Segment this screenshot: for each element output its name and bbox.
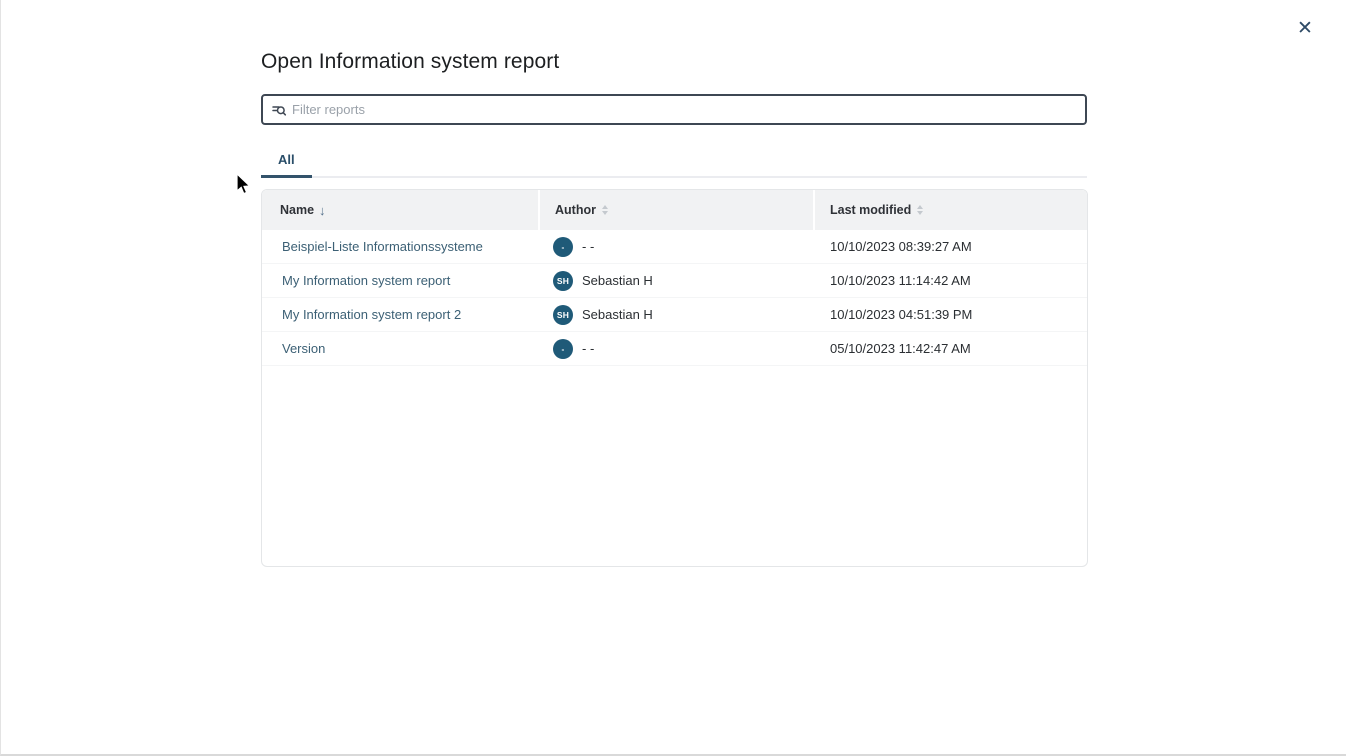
filter-reports-input[interactable] [292, 102, 1077, 117]
author-name: - - [582, 239, 594, 254]
column-header-author[interactable]: Author [540, 190, 813, 230]
sort-toggle-icon [917, 205, 923, 215]
column-header-last-modified[interactable]: Last modified [815, 190, 1087, 230]
close-icon[interactable]: ✕ [1291, 14, 1319, 42]
table-row[interactable]: My Information system report 2 SH Sebast… [262, 298, 1087, 332]
reports-table: Name ↓ Author Last modified Beispiel-Lis… [261, 189, 1088, 567]
report-name-link[interactable]: My Information system report [282, 273, 450, 288]
last-modified-value: 10/10/2023 04:51:39 PM [830, 307, 972, 322]
sort-descending-icon: ↓ [319, 204, 326, 217]
table-row[interactable]: Version - - - 05/10/2023 11:42:47 AM [262, 332, 1087, 366]
report-name-link[interactable]: Beispiel-Liste Informationssysteme [282, 239, 483, 254]
mouse-cursor-icon [235, 173, 253, 202]
column-header-name[interactable]: Name ↓ [262, 190, 538, 230]
modal-open-report: { "dialog": { "title": "Open Information… [0, 0, 1346, 756]
avatar: - [553, 339, 573, 359]
filter-reports-box[interactable] [261, 94, 1087, 125]
tab-all[interactable]: All [261, 146, 312, 176]
last-modified-value: 10/10/2023 08:39:27 AM [830, 239, 972, 254]
author-name: Sebastian H [582, 273, 653, 288]
avatar: SH [553, 305, 573, 325]
author-name: Sebastian H [582, 307, 653, 322]
report-name-link[interactable]: Version [282, 341, 325, 356]
tab-bar: All [261, 146, 1087, 178]
table-row[interactable]: Beispiel-Liste Informationssysteme - - -… [262, 230, 1087, 264]
author-name: - - [582, 341, 594, 356]
table-row[interactable]: My Information system report SH Sebastia… [262, 264, 1087, 298]
last-modified-value: 05/10/2023 11:42:47 AM [830, 341, 971, 356]
last-modified-value: 10/10/2023 11:14:42 AM [830, 273, 971, 288]
avatar: SH [553, 271, 573, 291]
table-header-row: Name ↓ Author Last modified [262, 190, 1087, 230]
open-report-dialog: Open Information system report All Name … [261, 0, 1088, 567]
report-name-link[interactable]: My Information system report 2 [282, 307, 461, 322]
avatar: - [553, 237, 573, 257]
sort-toggle-icon [602, 205, 608, 215]
filter-search-icon [271, 102, 287, 118]
dialog-title: Open Information system report [261, 50, 1088, 74]
